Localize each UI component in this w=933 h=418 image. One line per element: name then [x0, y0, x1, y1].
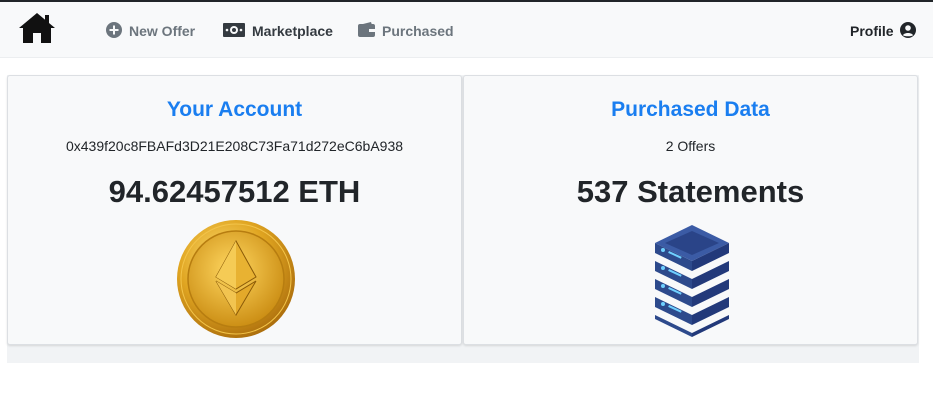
nav-profile-label: Profile [850, 23, 894, 39]
purchased-title: Purchased Data [611, 98, 770, 121]
account-address: 0x439f20c8FBAFd3D21E208C73Fa71d272eC6bA9… [65, 138, 404, 154]
money-bill-icon [223, 22, 245, 40]
nav-purchased[interactable]: Purchased [358, 21, 454, 41]
ethereum-coin-icon [176, 219, 296, 339]
account-card: Your Account 0x439f20c8FBAFd3D21E208C73F… [7, 75, 462, 345]
wallet-icon [358, 22, 375, 40]
nav-marketplace[interactable]: Marketplace [223, 21, 333, 41]
user-circle-icon [899, 21, 916, 41]
nav-purchased-label: Purchased [382, 23, 454, 39]
dashboard-panel: Your Account 0x439f20c8FBAFd3D21E208C73F… [7, 75, 919, 363]
home-icon[interactable] [17, 11, 57, 45]
nav-profile[interactable]: Profile [850, 21, 916, 41]
plus-circle-icon [106, 21, 122, 41]
navbar: New Offer Marketplace Purchased Profile [0, 2, 933, 58]
nav-new-offer-label: New Offer [129, 23, 196, 39]
nav-new-offer[interactable]: New Offer [106, 21, 195, 41]
purchased-statements-count: 537 Statements [576, 174, 805, 209]
nav-marketplace-label: Marketplace [252, 23, 333, 39]
purchased-card: Purchased Data 2 Offers 537 Statements [463, 75, 918, 345]
account-balance: 94.62457512 ETH [108, 174, 361, 209]
server-stack-icon [647, 221, 737, 339]
purchased-offers-count: 2 Offers [665, 138, 716, 154]
account-title: Your Account [166, 98, 303, 121]
